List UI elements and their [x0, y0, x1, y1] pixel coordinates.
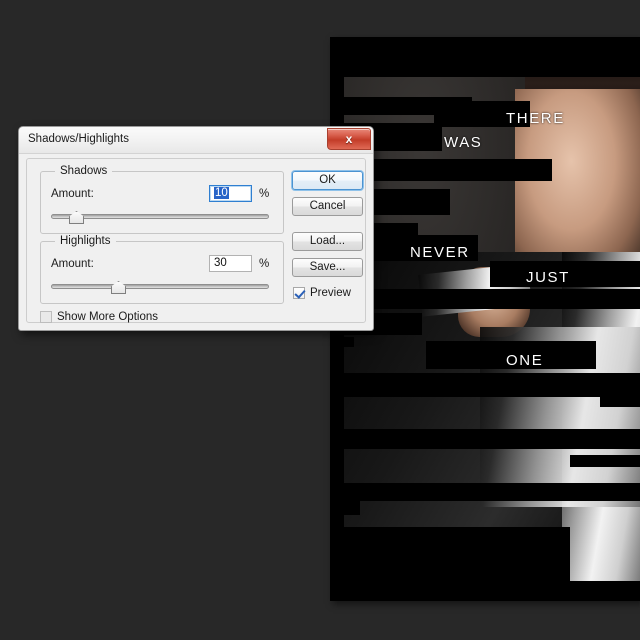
slice-bar — [330, 37, 640, 77]
close-icon: x — [345, 132, 353, 146]
slice-bar — [330, 483, 640, 501]
shadows-group: Shadows Amount: 10 % — [40, 165, 284, 234]
highlights-slider-thumb[interactable] — [111, 281, 126, 294]
shadows-slider-thumb[interactable] — [69, 211, 84, 224]
highlights-slider[interactable] — [51, 281, 269, 294]
show-more-options-label: Show More Options — [57, 311, 158, 323]
shadows-slider[interactable] — [51, 211, 269, 224]
slice-bar — [570, 455, 640, 467]
slice-bar — [330, 581, 640, 601]
dialog-body: Shadows Amount: 10 % Highlights Amount: … — [26, 158, 366, 323]
shadows-group-legend: Shadows — [55, 165, 113, 177]
slice-bar — [330, 527, 570, 557]
show-more-options-checkbox[interactable]: Show More Options — [40, 311, 158, 323]
shadows-highlights-dialog: Shadows/Highlights x Shadows Amount: 10 … — [18, 126, 374, 331]
close-button[interactable]: x — [327, 128, 371, 150]
cancel-button[interactable]: Cancel — [292, 197, 363, 216]
ok-button[interactable]: OK — [292, 171, 363, 190]
highlights-amount-input[interactable]: 30 — [209, 255, 252, 272]
dialog-titlebar[interactable]: Shadows/Highlights x — [19, 127, 373, 154]
slice-bar — [600, 397, 640, 407]
preview-checkbox[interactable]: Preview — [293, 287, 351, 299]
canvas-caption: NEVER — [410, 244, 470, 261]
dialog-title: Shadows/Highlights — [28, 133, 130, 145]
shadows-amount-label: Amount: — [51, 188, 94, 200]
canvas-caption: JUST — [526, 269, 570, 286]
canvas-caption: WAS — [444, 134, 483, 151]
slice-bar — [330, 429, 640, 449]
save-button[interactable]: Save... — [292, 258, 363, 277]
checkbox-checked-icon — [293, 287, 305, 299]
canvas-caption: THERE — [506, 110, 565, 127]
preview-label: Preview — [310, 287, 351, 299]
highlights-group-legend: Highlights — [55, 235, 116, 247]
shadows-percent-symbol: % — [259, 188, 270, 200]
checkbox-icon — [40, 311, 52, 323]
canvas-caption: ONE — [506, 352, 544, 369]
shadows-amount-value: 10 — [214, 187, 229, 199]
image-canvas[interactable]: THERE WAS NEVER JUST ONE — [330, 37, 640, 601]
highlights-group: Highlights Amount: 30 % — [40, 235, 284, 304]
slice-bar — [330, 289, 640, 309]
load-button[interactable]: Load... — [292, 232, 363, 251]
highlights-percent-symbol: % — [259, 258, 270, 270]
highlights-amount-label: Amount: — [51, 258, 94, 270]
shadows-amount-input[interactable]: 10 — [209, 185, 252, 202]
highlights-amount-value: 30 — [214, 257, 227, 269]
slice-bar — [330, 373, 640, 397]
